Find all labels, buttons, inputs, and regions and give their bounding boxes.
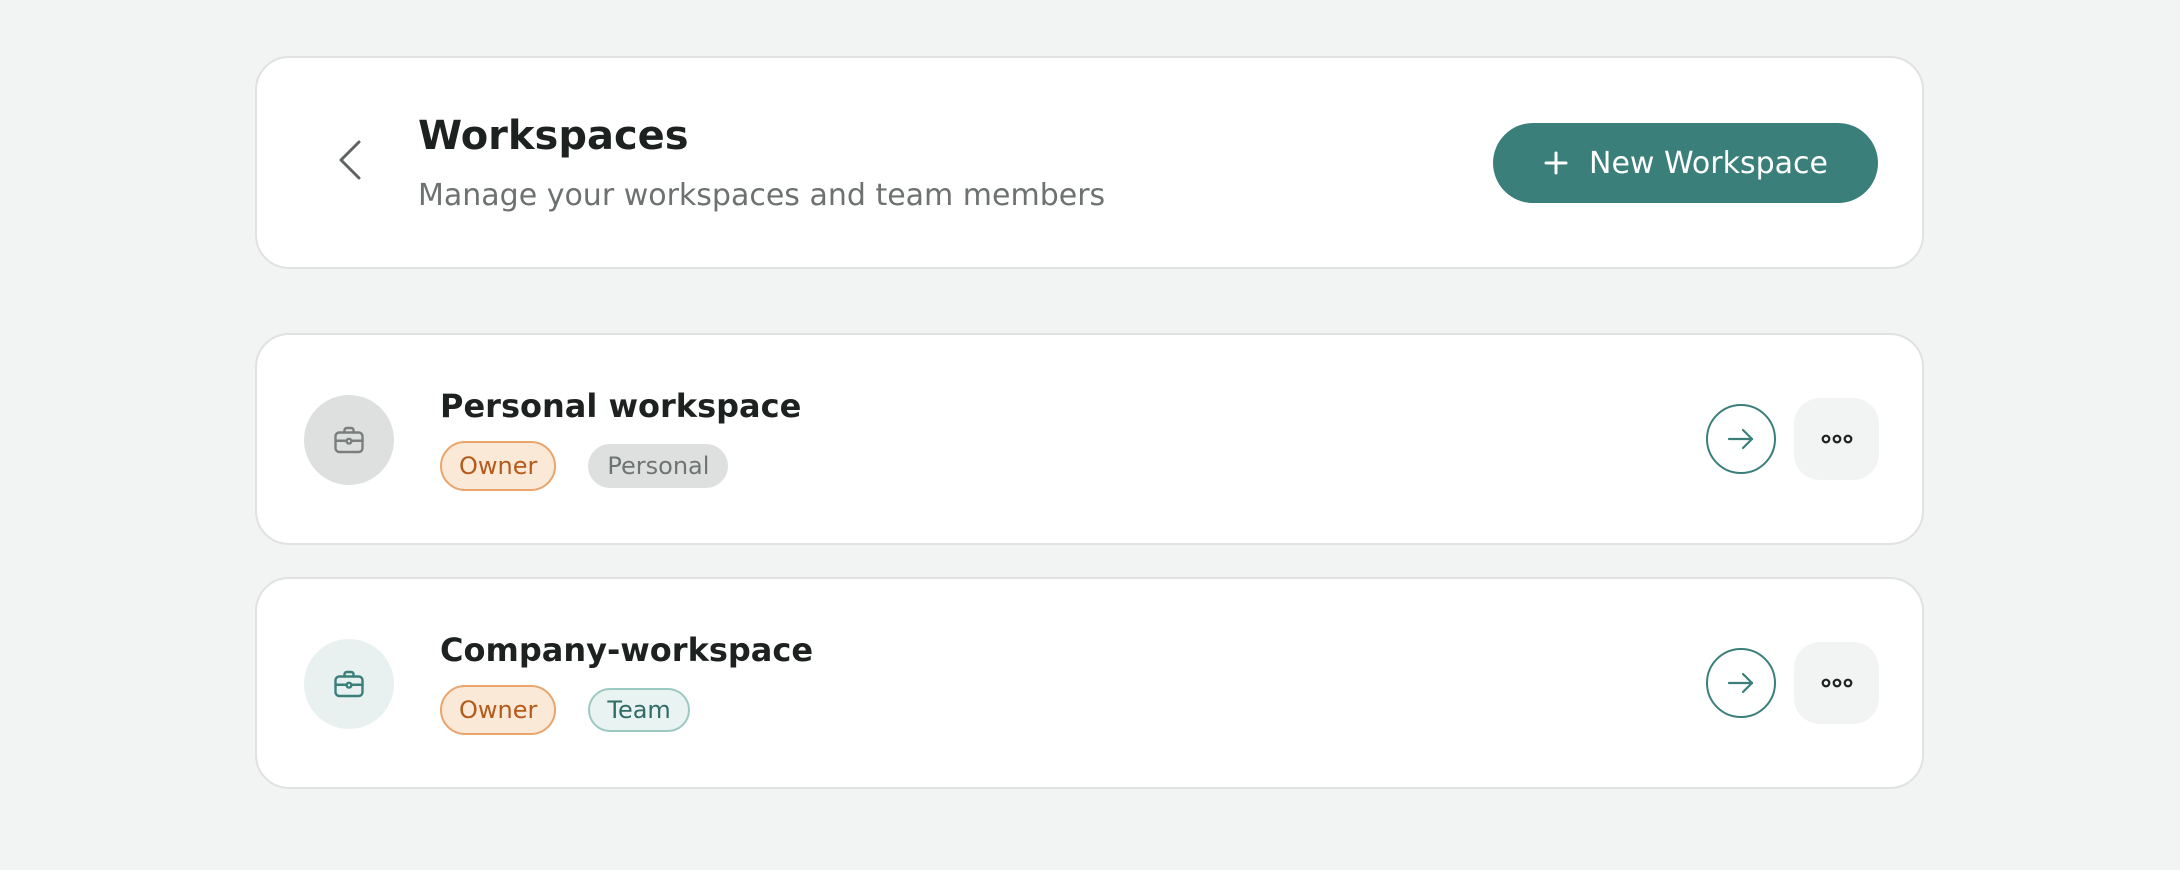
new-workspace-button[interactable]: New Workspace <box>1493 123 1878 203</box>
workspace-avatar <box>304 395 394 485</box>
page-title: Workspaces <box>418 113 689 159</box>
role-badge: Owner <box>440 685 557 735</box>
open-workspace-button[interactable] <box>1706 404 1776 474</box>
page-subtitle: Manage your workspaces and team members <box>418 178 1106 213</box>
more-options-button[interactable] <box>1794 642 1879 724</box>
workspace-name: Company-workspace <box>440 631 814 669</box>
briefcase-icon <box>334 670 364 698</box>
more-horizontal-icon <box>1821 678 1852 688</box>
type-badge: Team <box>588 688 690 732</box>
type-badge: Personal <box>588 444 729 488</box>
more-options-button[interactable] <box>1794 398 1879 480</box>
arrow-right-icon <box>1727 672 1754 694</box>
plus-icon <box>1544 151 1568 175</box>
page-header-card: Workspaces Manage your workspaces and te… <box>255 56 1924 269</box>
briefcase-icon <box>334 426 364 454</box>
more-horizontal-icon <box>1821 434 1852 444</box>
workspace-avatar <box>304 639 394 729</box>
workspace-card[interactable]: Personal workspace Owner Personal <box>255 333 1924 545</box>
role-badge: Owner <box>440 441 557 491</box>
workspace-badges: Owner Personal <box>440 441 729 491</box>
workspace-badges: Owner Team <box>440 685 690 735</box>
arrow-right-icon <box>1727 428 1754 450</box>
back-button[interactable] <box>325 132 375 188</box>
open-workspace-button[interactable] <box>1706 648 1776 718</box>
chevron-left-icon <box>339 140 361 180</box>
workspace-name: Personal workspace <box>440 387 802 425</box>
workspace-card[interactable]: Company-workspace Owner Team <box>255 577 1924 789</box>
new-workspace-label: New Workspace <box>1589 145 1828 181</box>
